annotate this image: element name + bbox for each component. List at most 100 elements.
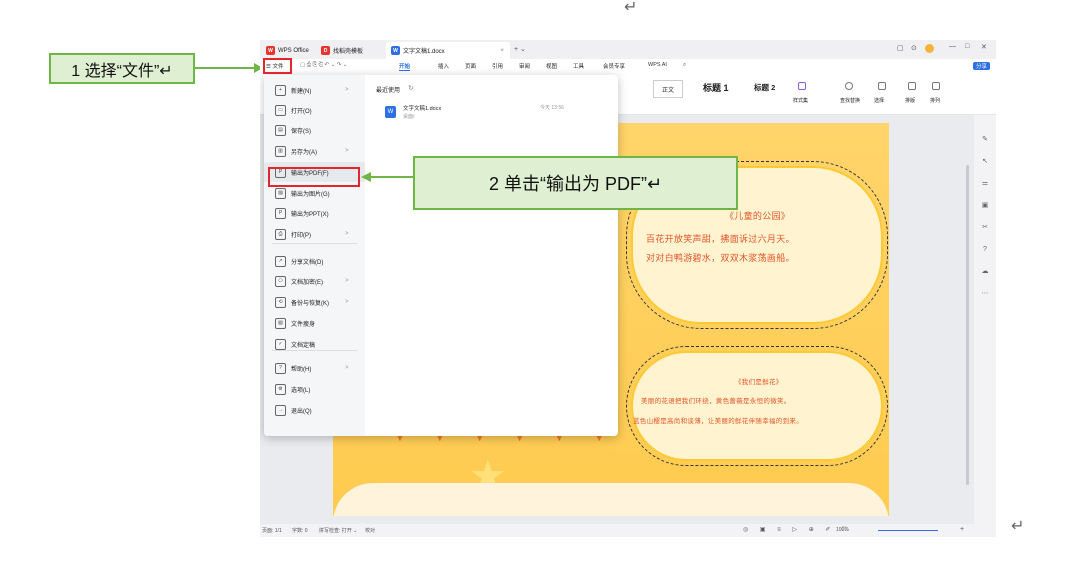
wps-ai-button[interactable]: WPS AI xyxy=(648,62,667,68)
menu-divider xyxy=(272,243,357,244)
file-menu-item[interactable]: ⚙ 选项(L) xyxy=(264,379,365,399)
style-set-button[interactable]: 样式集 xyxy=(793,97,808,104)
close-window-button[interactable]: ✕ xyxy=(981,43,987,51)
recent-file-item[interactable]: W 文字文稿1.docx 桌面/ 今天 13:56 xyxy=(370,101,608,125)
submenu-arrow-icon: > xyxy=(345,148,349,154)
file-menu-item[interactable]: ⎔ 文档加密(E) > xyxy=(264,271,365,291)
tab-template[interactable]: D 找稻壳模板 xyxy=(316,42,368,59)
close-icon[interactable]: × xyxy=(500,48,504,54)
menu-member[interactable]: 会员专享 xyxy=(603,62,625,70)
poem2-line1: 美丽的花语把我们环绕，黄色蔷薇是永恒的微笑。 xyxy=(641,398,791,405)
word-file-icon: W xyxy=(385,106,396,118)
step2-arrow xyxy=(370,176,414,178)
select-button[interactable]: 选择 xyxy=(874,97,884,104)
help-circle-icon[interactable]: ? xyxy=(974,239,996,261)
file-menu-item[interactable]: ▭ 打开(O) xyxy=(264,100,365,120)
right-sidebar: ✎ ↖ ⚌ ▣ ✂ ? ☁ ⋯ xyxy=(974,115,996,524)
submenu-arrow-icon: > xyxy=(345,365,349,371)
file-menu-item-label: 选项(L) xyxy=(291,387,311,394)
window-control-2[interactable]: ⊙ xyxy=(911,44,917,52)
word-count[interactable]: 字数: 0 xyxy=(292,527,308,534)
image-icon: ▨ xyxy=(275,187,286,199)
menu-tools[interactable]: 工具 xyxy=(573,62,584,70)
minimize-button[interactable]: — xyxy=(949,43,956,50)
share-icon: ↗ xyxy=(275,255,286,267)
picture-icon[interactable]: ▣ xyxy=(974,195,996,217)
file-menu-item-label: 文档定稿 xyxy=(291,342,316,349)
style-heading1[interactable]: 标题 1 xyxy=(703,81,729,94)
file-menu-item[interactable]: ▥ 另存为(A) > xyxy=(264,141,365,161)
proofread[interactable]: 校对 xyxy=(365,527,375,534)
adjust-icon[interactable]: ⚌ xyxy=(974,173,996,195)
status-bar: 页面: 1/1 字数: 0 拼写检查: 打开 ⌄ 校对 ◎ ▣ ≡ ▷ ⊕ ✐ … xyxy=(260,524,996,537)
more-icon[interactable]: ⋯ xyxy=(974,283,996,305)
style-set-icon xyxy=(798,82,806,90)
file-menu-item[interactable]: ▤ 保存(S) xyxy=(264,120,365,140)
cloud-icon[interactable]: ☁ xyxy=(974,261,996,283)
scrollbar[interactable] xyxy=(966,165,969,485)
menu-bar: ☰ 文件 ▢ ⎙ ⎘ ⎗ ↶ ⌄ ↷ ⌄ 开始 插入 页面 引用 审阅 视图 工… xyxy=(260,59,996,73)
cursor-icon[interactable]: ↖ xyxy=(974,151,996,173)
new-tab-button[interactable]: + ⌄ xyxy=(514,45,526,53)
page-count: 页面: 1/1 xyxy=(262,528,282,534)
tab-wps-office[interactable]: W WPS Office xyxy=(261,42,314,59)
file-menu-item[interactable]: ▧ 文件瘦身 xyxy=(264,313,365,333)
zoom-slider[interactable] xyxy=(878,530,938,531)
menu-view[interactable]: 视图 xyxy=(546,62,557,70)
step1-arrow xyxy=(195,67,255,69)
wps-window: W WPS Office D 找稻壳模板 W 文字文稿1.docx × + ⌄ … xyxy=(260,40,996,537)
file-menu-item-label: 文档加密(E) xyxy=(291,279,323,286)
file-menu-item[interactable]: → 退出(Q) xyxy=(264,400,365,420)
file-menu-item[interactable]: P 输出为PPT(X) xyxy=(264,203,365,223)
menu-review[interactable]: 审阅 xyxy=(519,62,530,70)
file-menu-item[interactable]: ⎙ 打印(P) > xyxy=(264,224,365,244)
file-menu-item-label: 另存为(A) xyxy=(291,149,317,156)
quick-access-icons: ▢ ⎙ ⎘ ⎗ ↶ ⌄ ↷ ⌄ xyxy=(300,62,348,68)
style-heading2[interactable]: 标题 2 xyxy=(754,82,775,93)
recent-title: 最近使用 xyxy=(376,88,401,94)
submenu-arrow-icon: > xyxy=(345,87,349,93)
exit-icon: → xyxy=(275,404,286,416)
file-menu-item[interactable]: ? 帮助(H) > xyxy=(264,358,365,378)
tab-document[interactable]: W 文字文稿1.docx × xyxy=(386,42,510,59)
menu-page[interactable]: 页面 xyxy=(465,62,476,70)
step1-callout: 1 选择“文件”↵ xyxy=(49,53,195,84)
pen-icon[interactable]: ✎ xyxy=(974,129,996,151)
file-menu-item-label: 新建(N) xyxy=(291,88,312,95)
step2-callout: 2 单击“输出为 PDF”↵ xyxy=(413,156,738,210)
submenu-arrow-icon: > xyxy=(345,278,349,284)
search-icon[interactable]: ⌕ xyxy=(683,62,686,69)
find-icon xyxy=(845,82,853,90)
return-mark-top: ↵ xyxy=(624,0,638,16)
file-menu-item[interactable]: ⟲ 备份与恢复(K) > xyxy=(264,292,365,312)
poem-bubble-2 xyxy=(626,346,888,466)
menu-insert[interactable]: 插入 xyxy=(438,62,449,70)
refresh-icon[interactable]: ↻ xyxy=(408,84,414,92)
file-menu-item-label: 备份与恢复(K) xyxy=(291,300,329,307)
maximize-button[interactable]: □ xyxy=(965,43,969,50)
share-button[interactable]: 分享 xyxy=(973,62,991,70)
poem1-title: 《儿童的公园》 xyxy=(725,211,791,221)
spell-check[interactable]: 拼写检查: 打开 ⌄ xyxy=(319,527,357,534)
tab-bar: W WPS Office D 找稻壳模板 W 文字文稿1.docx × + ⌄ … xyxy=(260,40,996,59)
layout-button[interactable]: 排版 xyxy=(905,97,915,104)
file-menu-item[interactable]: + 新建(N) > xyxy=(264,80,365,100)
arrange-icon xyxy=(932,82,940,90)
file-menu-item-label: 退出(Q) xyxy=(291,408,312,415)
tool-icon[interactable]: ✂ xyxy=(974,217,996,239)
file-menu-item[interactable]: ✓ 文档定稿 xyxy=(264,334,365,354)
window-control-1[interactable]: ▢ xyxy=(897,44,904,52)
arrange-button[interactable]: 排列 xyxy=(930,97,940,104)
avatar[interactable] xyxy=(925,44,934,53)
file-menu-item-label: 保存(S) xyxy=(291,128,311,135)
find-replace-button[interactable]: 查找替换 xyxy=(840,97,860,104)
style-normal[interactable]: 正文 xyxy=(653,80,683,98)
menu-reference[interactable]: 引用 xyxy=(492,62,503,70)
folder-icon: ▭ xyxy=(275,104,286,116)
submenu-arrow-icon: > xyxy=(345,299,349,305)
cloud-decoration xyxy=(333,483,889,516)
menu-home[interactable]: 开始 xyxy=(399,62,411,71)
zoom-level[interactable]: 100% xyxy=(836,527,849,533)
file-menu-item[interactable]: ↗ 分享文档(D) xyxy=(264,251,365,271)
zoom-in-icon[interactable]: + xyxy=(960,526,964,533)
